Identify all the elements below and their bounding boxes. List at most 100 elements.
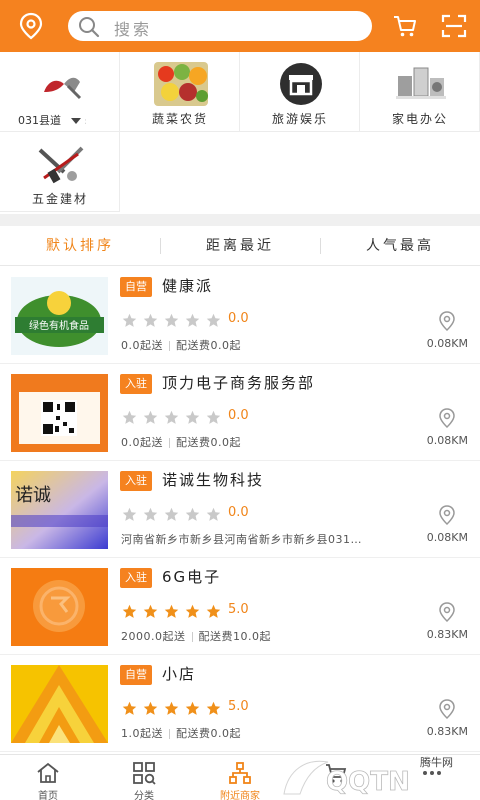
- shop-name: 诺诚生物科技: [162, 471, 265, 489]
- search-input[interactable]: 搜索: [68, 11, 372, 41]
- location-pin-icon[interactable]: [438, 408, 456, 428]
- caret-down-icon: [71, 118, 81, 124]
- location-pin-icon[interactable]: [438, 602, 456, 622]
- divider: [191, 632, 193, 642]
- home-icon: [37, 762, 59, 783]
- county-selector[interactable]: 031县道: [18, 112, 85, 128]
- cart-icon[interactable]: [392, 14, 418, 38]
- sort-popular[interactable]: 人气最高: [320, 226, 480, 266]
- shop-logo-image: 诺诚: [11, 471, 108, 549]
- shop-name: 6G电子: [162, 568, 222, 586]
- shop-logo-image: [11, 665, 108, 743]
- nav-cart[interactable]: [288, 755, 384, 800]
- star-icon: [164, 410, 179, 424]
- sort-nearest[interactable]: 距离最近: [160, 226, 320, 266]
- delivery-fee: 配送费0.0起: [176, 339, 241, 352]
- shop-item[interactable]: 入驻 6G电子 5.0 2000.0起送 配送费10.0起 0.83KM: [0, 558, 480, 655]
- star-icon: [164, 507, 179, 521]
- star-icon: [185, 410, 200, 424]
- star-icon: [164, 313, 179, 327]
- divider: [169, 729, 170, 739]
- min-order: 0.0起送: [121, 339, 163, 352]
- nearby-icon: [229, 762, 251, 784]
- star-icon: [185, 507, 200, 521]
- divider: [169, 341, 170, 351]
- nav-label: 首页: [38, 791, 58, 800]
- star-icon: [206, 604, 221, 618]
- search-placeholder: 搜索: [114, 20, 153, 39]
- star-icon: [122, 410, 137, 424]
- star-icon: [206, 507, 221, 521]
- shop-logo-image: [11, 568, 108, 646]
- shop-item[interactable]: 诺诚 入驻 诺诚生物科技 0.0 河南省新乡市新乡县河南省新乡市新乡县031… …: [0, 461, 480, 558]
- shop-badge: 入驻: [120, 374, 152, 394]
- star-icon: [143, 410, 158, 424]
- store-icon: [280, 63, 322, 105]
- divider: [169, 438, 170, 448]
- tools-icon: [34, 142, 88, 186]
- vegetable-icon: [154, 62, 208, 106]
- star-icon: [185, 701, 200, 715]
- shop-logo-image: [11, 374, 108, 452]
- category-travel[interactable]: 旅游娱乐: [240, 52, 360, 132]
- top-bar: 搜索: [0, 0, 480, 52]
- shop-address: 河南省新乡市新乡县河南省新乡市新乡县031…: [121, 533, 362, 546]
- shop-name: 健康派: [162, 277, 214, 295]
- nav-more[interactable]: [384, 755, 480, 800]
- star-icon: [185, 313, 200, 327]
- star-icon: [143, 313, 158, 327]
- shop-badge: 入驻: [120, 471, 152, 491]
- category-grid: 生鲜水果 蔬菜农货 旅游娱乐 家电办公: [0, 52, 480, 214]
- nav-home[interactable]: 首页: [0, 755, 96, 800]
- shop-distance: 0.08KM: [426, 531, 468, 544]
- category-icon: [133, 762, 156, 785]
- shop-delivery-info: 0.0起送 配送费0.0起: [121, 337, 241, 353]
- nav-nearby[interactable]: 附近商家: [192, 755, 288, 800]
- star-icon: [143, 604, 158, 618]
- star-icon: [185, 604, 200, 618]
- delivery-fee: 配送费10.0起: [198, 630, 271, 643]
- shop-thumbnail: 绿色有机食品: [11, 277, 108, 355]
- shop-thumbnail: [11, 665, 108, 743]
- category-appliances[interactable]: 家电办公: [360, 52, 480, 132]
- shop-distance: 0.83KM: [426, 725, 468, 738]
- shop-item[interactable]: 入驻 顶力电子商务服务部 0.0 0.0起送 配送费0.0起 0.08KM: [0, 364, 480, 461]
- scan-icon[interactable]: [441, 14, 467, 38]
- location-pin-icon[interactable]: [438, 505, 456, 525]
- min-order: 0.0起送: [121, 436, 163, 449]
- star-icon: [122, 507, 137, 521]
- shop-distance: 0.08KM: [426, 434, 468, 447]
- category-vegetables[interactable]: 蔬菜农货: [120, 52, 240, 132]
- location-icon[interactable]: [18, 12, 44, 40]
- star-icon: [122, 313, 137, 327]
- shop-badge: 入驻: [120, 568, 152, 588]
- cart-icon: [326, 764, 347, 783]
- delivery-fee: 配送费0.0起: [176, 436, 241, 449]
- shop-distance: 0.08KM: [426, 337, 468, 350]
- section-divider: [0, 214, 480, 226]
- shop-name: 小店: [162, 665, 197, 683]
- category-hardware[interactable]: 五金建材: [0, 132, 120, 212]
- category-label: 旅游娱乐: [271, 112, 328, 126]
- fruit-icon: [34, 62, 88, 106]
- star-icon: [206, 701, 221, 715]
- star-icon: [206, 410, 221, 424]
- star-icon: [143, 507, 158, 521]
- rating-value: 5.0: [228, 602, 249, 617]
- location-pin-icon[interactable]: [438, 699, 456, 719]
- more-icon: [423, 771, 441, 775]
- shop-badge: 自营: [120, 277, 152, 297]
- shop-item[interactable]: 绿色有机食品 自营 健康派 0.0 0.0起送 配送费0.0起 0.08KM: [0, 267, 480, 364]
- star-icon: [164, 604, 179, 618]
- min-order: 1.0起送: [121, 727, 163, 740]
- shop-item[interactable]: 自营 小店 5.0 1.0起送 配送费0.0起 0.83KM: [0, 655, 480, 752]
- sort-default[interactable]: 默认排序: [0, 226, 160, 266]
- shop-delivery-info: 1.0起送 配送费0.0起: [121, 725, 241, 741]
- shop-distance: 0.83KM: [426, 628, 468, 641]
- nav-category[interactable]: 分类: [96, 755, 192, 800]
- star-icon: [122, 701, 137, 715]
- nav-label: 分类: [134, 791, 154, 800]
- shop-thumbnail: [11, 374, 108, 452]
- star-icon: [206, 313, 221, 327]
- location-pin-icon[interactable]: [438, 311, 456, 331]
